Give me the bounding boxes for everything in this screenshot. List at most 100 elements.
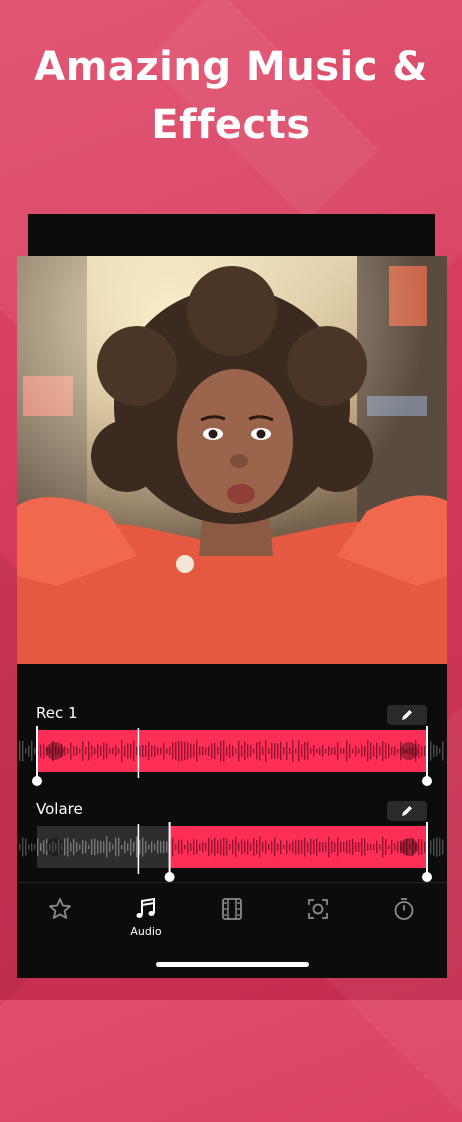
waveform-bar [325, 842, 327, 852]
waveform-bar [217, 840, 219, 854]
waveform-bar [397, 841, 399, 853]
waveform-bar [361, 837, 363, 857]
waveform [19, 822, 444, 882]
waveform-bar [346, 740, 348, 762]
waveform-bar [220, 839, 222, 855]
phone-frame-top [28, 214, 435, 258]
waveform-bar [253, 748, 255, 754]
waveform-bar [28, 745, 30, 757]
waveform-bar [112, 747, 114, 755]
waveform-bar [193, 839, 195, 855]
waveform-bar [271, 841, 273, 853]
tab-crop[interactable] [288, 896, 348, 946]
waveform-bar [115, 745, 117, 757]
waveform-bar [385, 838, 387, 856]
waveform-bar [196, 839, 198, 855]
waveform-bar [442, 839, 444, 855]
waveform-bar [97, 744, 99, 758]
tab-speed[interactable] [374, 896, 434, 946]
waveform-bar [433, 838, 435, 856]
waveform-bar [325, 748, 327, 754]
waveform-bar [115, 837, 117, 857]
waveform-bar [430, 741, 432, 761]
waveform-bar [289, 843, 291, 851]
waveform-bar [121, 740, 123, 762]
waveform-bar [88, 741, 90, 761]
waveform-bar [25, 748, 27, 754]
waveform-bar [277, 743, 279, 759]
fade-in-icon [46, 742, 64, 760]
audio-track-rec-1[interactable] [17, 720, 447, 790]
waveform-bar [232, 839, 234, 855]
tab-favorites[interactable] [30, 896, 90, 946]
waveform-bar [139, 839, 141, 855]
waveform-bar [259, 836, 261, 858]
waveform-bar [163, 742, 165, 760]
waveform-bar [190, 842, 192, 852]
waveform-bar [424, 746, 426, 756]
waveform-bar [190, 743, 192, 759]
waveform-bar [184, 741, 186, 761]
waveform-bar [397, 748, 399, 754]
waveform-bar [238, 842, 240, 852]
headline-line-2: Effects [151, 102, 311, 148]
waveform-bar [121, 844, 123, 850]
waveform-bar [367, 740, 369, 762]
waveform-bar [100, 840, 102, 854]
waveform-bar [151, 841, 153, 853]
waveform-bar [259, 741, 261, 761]
waveform-bar [364, 838, 366, 856]
waveform-bar [127, 843, 129, 851]
headline-line-1: Amazing Music & [34, 44, 428, 90]
waveform-bar [235, 748, 237, 754]
waveform-bar [301, 744, 303, 758]
tab-clips[interactable] [202, 896, 262, 946]
waveform-bar [193, 744, 195, 758]
waveform-bar [250, 745, 252, 757]
waveform-bar [274, 837, 276, 857]
waveform-bar [394, 843, 396, 851]
waveform-bar [253, 837, 255, 857]
waveform-bar [421, 839, 423, 855]
waveform-bar [250, 842, 252, 852]
waveform-bar [112, 844, 114, 850]
waveform-bar [73, 746, 75, 756]
waveform-bar [241, 745, 243, 757]
waveform-bar [76, 842, 78, 852]
waveform-bar [67, 837, 69, 857]
waveform-bar [199, 843, 201, 851]
waveform-bar [187, 742, 189, 760]
waveform-bar [223, 837, 225, 857]
waveform-bar [154, 843, 156, 851]
waveform-bar [106, 743, 108, 759]
waveform-bar [151, 745, 153, 757]
fade-out-icon [400, 742, 418, 760]
waveform-bar [316, 838, 318, 856]
waveform-bar [163, 840, 165, 854]
waveform-bar [313, 745, 315, 757]
waveform-bar [292, 740, 294, 762]
waveform-bar [142, 744, 144, 758]
waveform-bar [322, 745, 324, 757]
tab-audio[interactable]: Audio [116, 896, 176, 946]
audio-track-volare[interactable] [17, 816, 447, 886]
waveform-bar [205, 843, 207, 851]
waveform-bar [181, 741, 183, 761]
waveform-bar [19, 843, 21, 851]
waveform-bar [34, 747, 36, 755]
waveform [19, 726, 444, 786]
waveform-bar [211, 743, 213, 759]
waveform-bar [76, 746, 78, 756]
waveform-bar [85, 747, 87, 755]
waveform-bar [307, 741, 309, 761]
fade-out-icon [400, 838, 418, 856]
waveform-bar [136, 746, 138, 756]
waveform-bar [145, 745, 147, 757]
waveform-bar [64, 746, 66, 756]
waveform-bar [337, 742, 339, 760]
waveform-bar [298, 839, 300, 855]
waveform-bar [103, 841, 105, 853]
video-preview[interactable] [17, 256, 447, 664]
waveform-bar [40, 744, 42, 758]
waveform-bar [184, 844, 186, 850]
